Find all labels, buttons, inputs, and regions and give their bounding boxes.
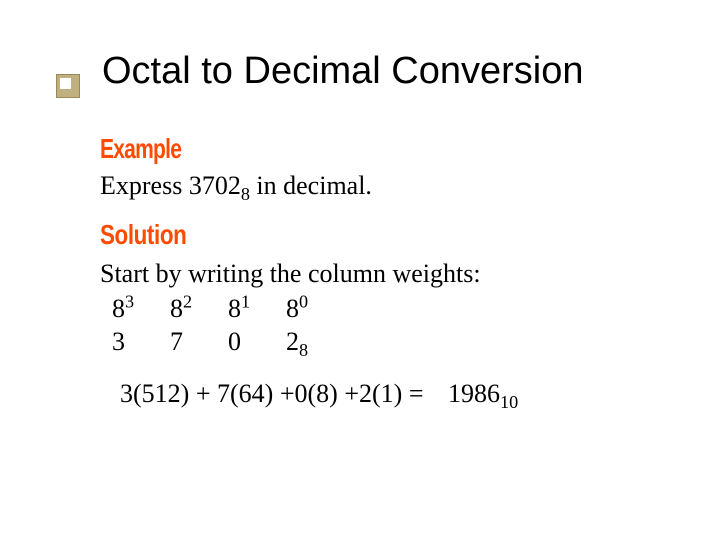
op-plus: + [273,379,294,408]
weights-table: 83 82 81 80 3 7 0 28 [110,291,344,359]
problem-suffix: in decimal. [250,171,372,200]
weight-base: 8 [228,294,241,323]
bullet-square-hole-icon [60,78,71,89]
term: 3(512) [120,379,189,408]
weight-base: 8 [112,294,125,323]
problem-statement: Express 37028 in decimal. [100,171,680,201]
example-heading: Example [100,133,181,165]
op-equals: = [402,379,430,408]
solution-heading: Solution [100,219,186,251]
term: 2(1) [359,379,402,408]
product-line: 3(512) + 7(64) +0(8) +2(1) = 198610 [120,379,680,409]
table-row: 3 7 0 28 [112,326,342,357]
problem-base: 8 [241,184,250,204]
op-plus: + [189,379,217,408]
weight-cell: 81 [228,293,284,324]
weight-exp: 2 [183,291,192,311]
weight-cell: 80 [286,293,342,324]
slide-title: Octal to Decimal Conversion [102,50,680,93]
weight-cell: 82 [170,293,226,324]
result-base: 10 [500,392,518,412]
step-text: Start by writing the column weights: [100,259,680,289]
result-value: 1986 [448,379,500,408]
weight-cell: 83 [112,293,168,324]
term: 7(64) [217,379,273,408]
problem-prefix: Express [100,171,189,200]
weight-exp: 0 [299,291,308,311]
digit-base: 8 [299,340,308,360]
op-plus: + [338,379,359,408]
weight-base: 8 [286,294,299,323]
weight-base: 8 [170,294,183,323]
digit-cell: 7 [170,326,226,357]
slide: Octal to Decimal Conversion Example Expr… [0,0,720,540]
problem-number: 3702 [189,171,241,200]
table-row: 83 82 81 80 [112,293,342,324]
digit-cell: 28 [286,326,342,357]
term: 0(8) [295,379,338,408]
digit-value: 2 [286,327,299,356]
weight-exp: 1 [241,291,250,311]
weight-exp: 3 [125,291,134,311]
digit-cell: 0 [228,326,284,357]
digit-cell: 3 [112,326,168,357]
